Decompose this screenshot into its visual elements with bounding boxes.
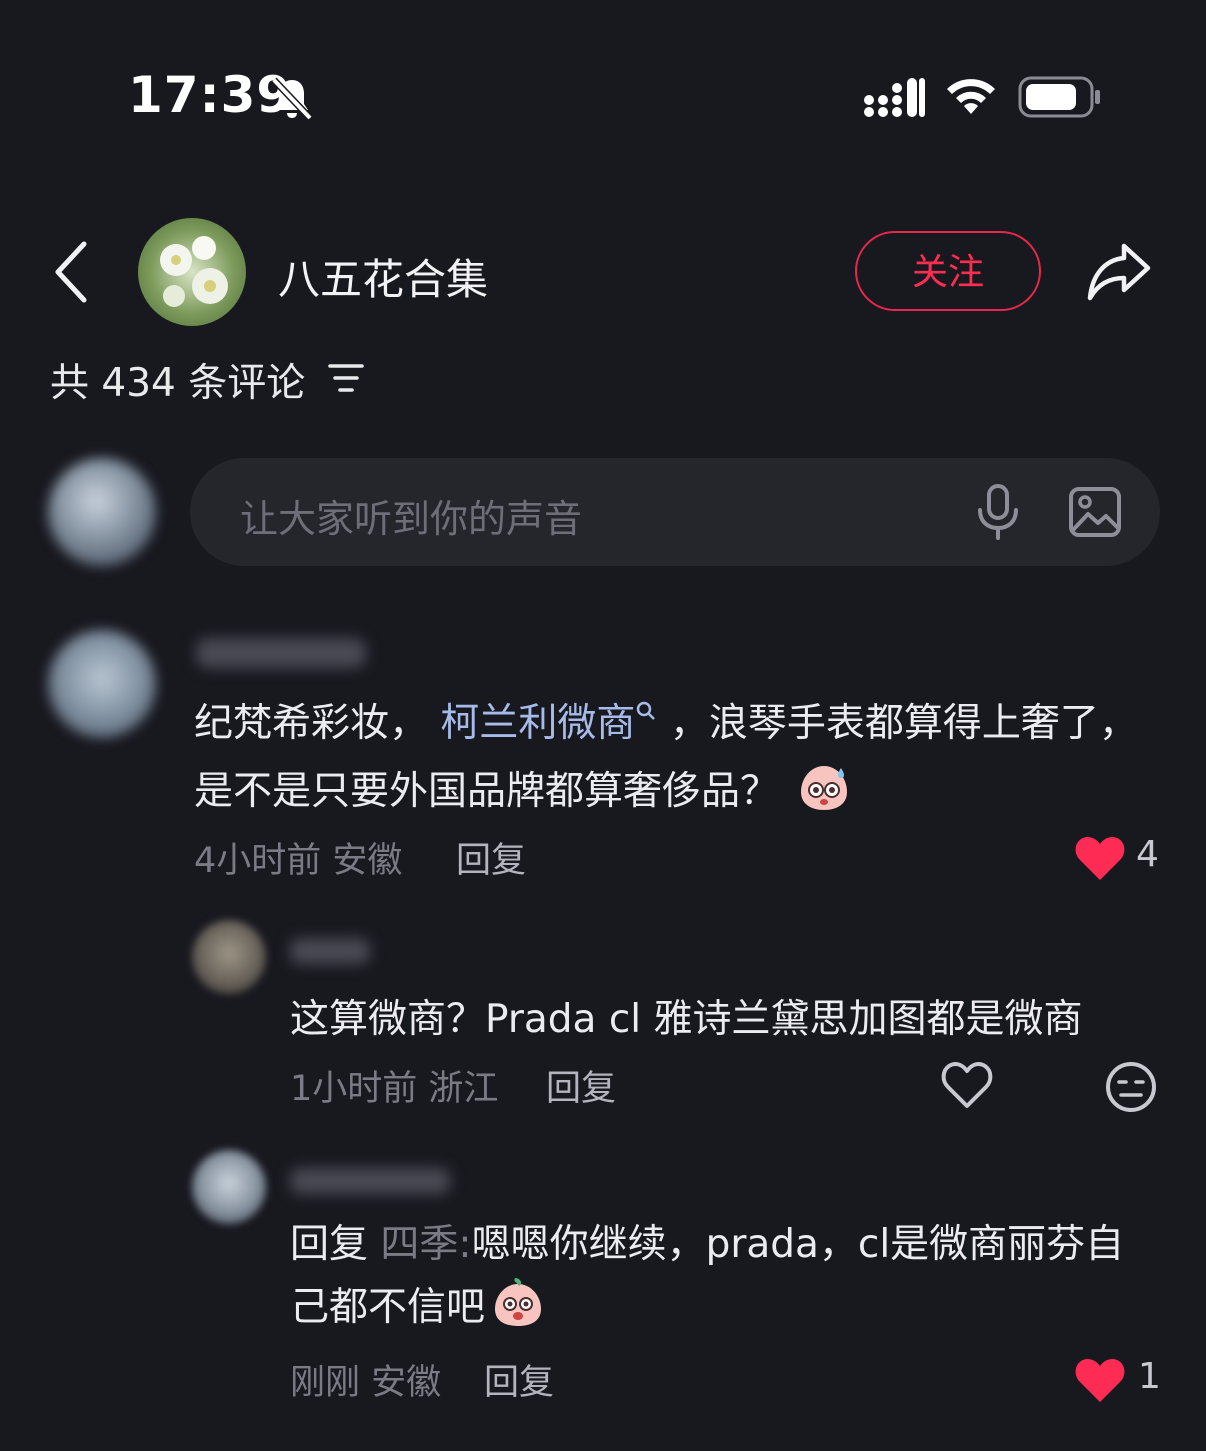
my-avatar (48, 458, 156, 566)
channel-name[interactable]: 八五花合集 (278, 246, 488, 307)
search-link-text[interactable]: 柯兰利微商 (440, 701, 635, 746)
heart-filled-icon[interactable] (1074, 1356, 1126, 1404)
commenter-avatar[interactable] (48, 630, 156, 738)
reply-time: 刚刚 (290, 1363, 361, 1403)
wifi-icon (947, 79, 995, 114)
sweat-emoji-icon (801, 766, 848, 810)
signal-icon (864, 78, 925, 117)
microphone-icon[interactable] (974, 484, 1022, 540)
follow-button[interactable]: 关注 (855, 231, 1041, 311)
reply-meta: 1小时前 浙江 (290, 1060, 498, 1111)
reply-button[interactable]: 回复 (546, 1060, 616, 1111)
comment-count: 共 434 条评论 (50, 361, 306, 406)
comment-input-placeholder[interactable]: 让大家听到你的声音 (240, 488, 582, 543)
reply-target[interactable]: 四季: (380, 1222, 471, 1267)
reply-text: 这算微商？Prada cl 雅诗兰黛思加图都是微商 (290, 997, 1083, 1042)
reply-avatar[interactable] (192, 1150, 266, 1224)
reply-meta: 刚刚 安徽 (290, 1354, 441, 1405)
comment-text: 纪梵希彩妆， 柯兰利微商 ，浪琴手表都算得上奢了，是不是只要外国品牌都算奢侈品？ (194, 690, 1154, 826)
share-icon[interactable] (1084, 236, 1154, 306)
reply-prefix: 回复 (290, 1222, 369, 1267)
blush-emoji-icon (495, 1278, 542, 1326)
comment-text-part1: 纪梵希彩妆， (194, 701, 429, 746)
reply-time: 1小时前 (290, 1069, 418, 1109)
reply-text: 回复 四季:嗯嗯你继续，prada，cl是微商丽芬自己都不信吧 (290, 1214, 1160, 1339)
comment-meta: 4小时前 安徽 (194, 832, 402, 883)
dislike-face-icon[interactable] (1104, 1060, 1158, 1114)
channel-avatar[interactable] (138, 218, 246, 326)
reply-name-blurred (290, 938, 370, 964)
battery-icon (1018, 76, 1100, 118)
heart-outline-icon[interactable] (940, 1060, 994, 1110)
image-icon[interactable] (1068, 486, 1122, 538)
like-count: 1 (1138, 1356, 1161, 1397)
search-icon (637, 701, 656, 720)
comment-time: 4小时前 (194, 841, 322, 881)
reply-name-blurred (290, 1168, 450, 1194)
reply-avatar[interactable] (192, 920, 266, 994)
flower-image (160, 236, 228, 307)
sort-icon[interactable] (328, 362, 364, 394)
bell-muted-icon (271, 77, 313, 121)
comment-location: 安徽 (332, 841, 403, 881)
heart-filled-icon[interactable] (1074, 834, 1126, 882)
reply-button[interactable]: 回复 (484, 1354, 554, 1405)
reply-location: 安徽 (371, 1363, 442, 1403)
reply-button[interactable]: 回复 (456, 832, 526, 883)
like-count: 4 (1136, 834, 1159, 875)
back-icon[interactable] (50, 240, 94, 304)
commenter-name-blurred (196, 638, 366, 668)
reply-location: 浙江 (428, 1069, 499, 1109)
search-link[interactable]: 柯兰利微商 (440, 701, 657, 746)
